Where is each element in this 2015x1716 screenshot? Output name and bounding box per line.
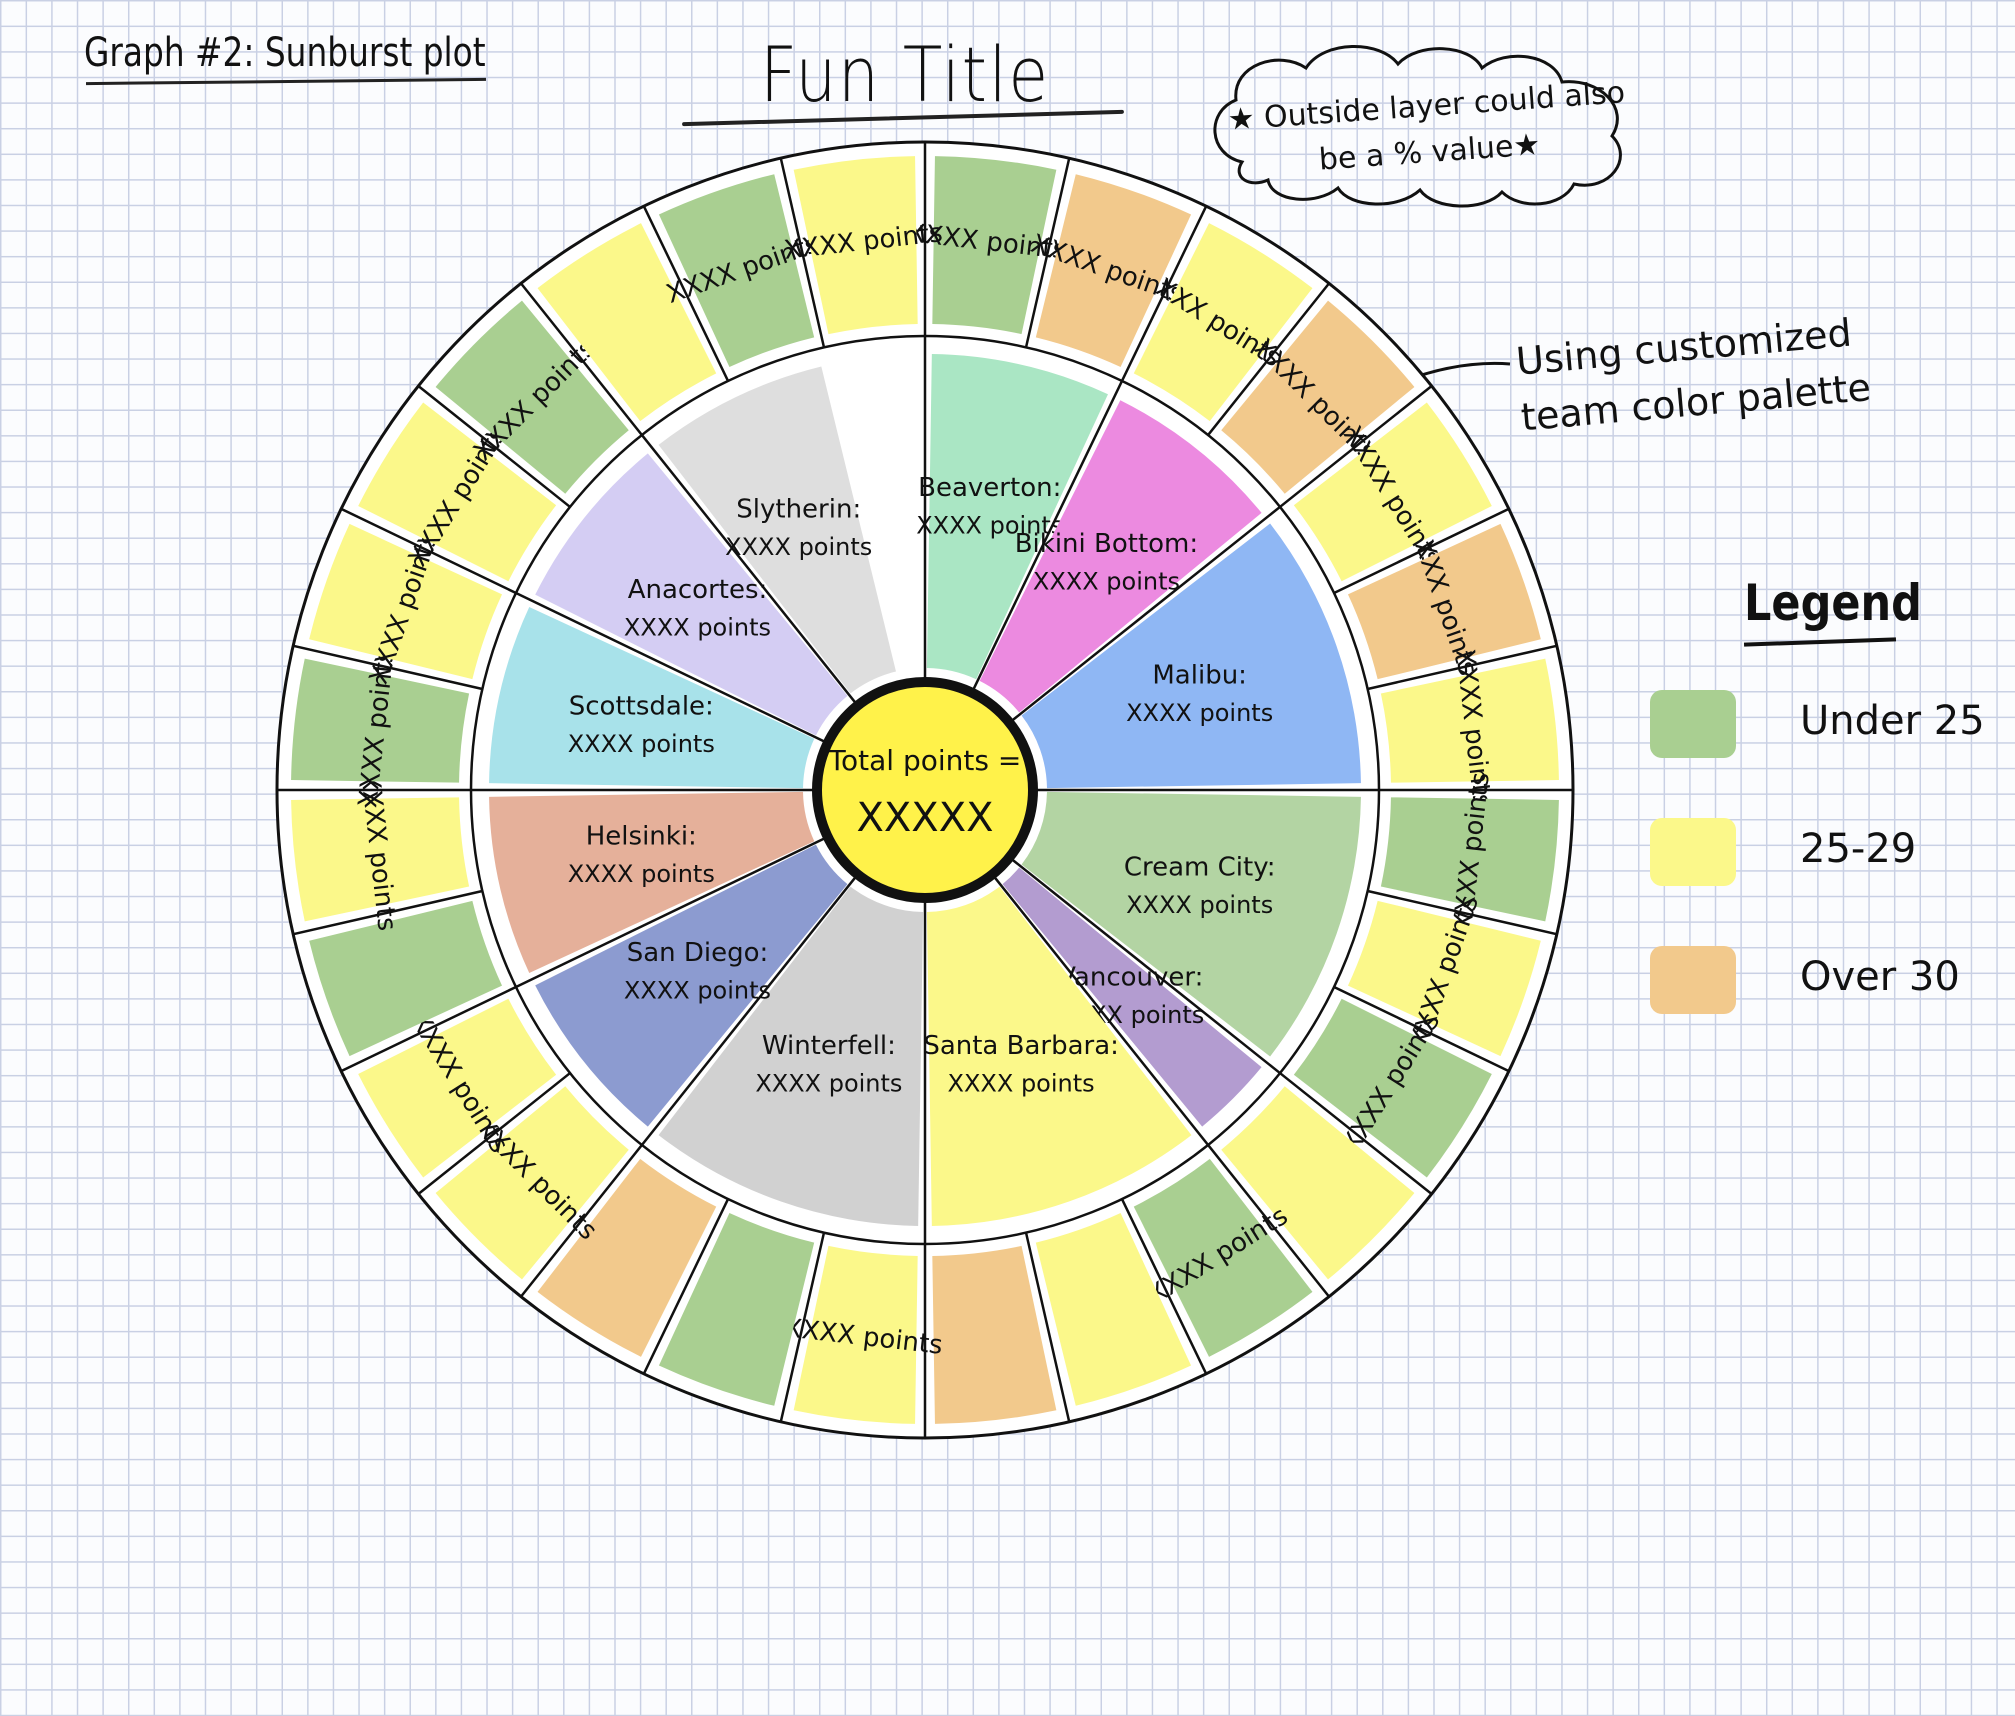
- inner-sector-points: XXXX points: [948, 1070, 1095, 1098]
- center-label: Total points =: [828, 744, 1022, 777]
- page-note: Graph #2: Sunburst plot: [84, 30, 486, 76]
- legend-swatch: [1650, 946, 1736, 1014]
- inner-sector-points: XXXX points: [1033, 567, 1180, 595]
- inner-sector-name: Anacortes:: [628, 575, 768, 605]
- inner-sector-points: XXXX points: [568, 730, 715, 758]
- inner-sector-name: Beaverton:: [918, 473, 1061, 503]
- inner-sector-name: Vancouver:: [1058, 962, 1203, 992]
- legend-title: Legend: [1744, 574, 1922, 632]
- legend-label: 25-29: [1800, 826, 1917, 872]
- inner-sector-points: XXXX points: [1126, 891, 1273, 919]
- inner-sector-points: XXXX points: [725, 533, 872, 561]
- inner-sector-points: XXXX points: [624, 614, 771, 642]
- center-value: XXXXX: [856, 795, 993, 841]
- inner-sector-points: XXXX points: [755, 1070, 902, 1098]
- note-underline: [85, 77, 487, 86]
- inner-sector-points: XXXX points: [568, 860, 715, 888]
- legend-swatch: [1650, 690, 1736, 758]
- center-circle: [812, 677, 1038, 903]
- inner-sector-name: Santa Barbara:: [923, 1031, 1119, 1061]
- inner-sector-name: Malibu:: [1152, 660, 1247, 690]
- inner-sector-points: XXXX points: [1126, 699, 1273, 727]
- inner-sector-name: Cream City:: [1124, 853, 1276, 883]
- legend-label: Under 25: [1800, 698, 1985, 744]
- legend-underline: [1743, 637, 1897, 647]
- inner-sector-name: San Diego:: [627, 938, 769, 968]
- inner-sector-name: Bikini Bottom:: [1015, 529, 1198, 559]
- legend-swatch: [1650, 818, 1736, 886]
- inner-sector-name: Scottsdale:: [569, 692, 714, 722]
- inner-sector-name: Helsinki:: [586, 821, 697, 851]
- sunburst-chart: XXXX pointsXXXX pointsXXX pointsXXXX poi…: [275, 140, 1575, 1440]
- inner-sector-name: Winterfell:: [762, 1031, 896, 1061]
- inner-sector-name: Slytherin:: [736, 494, 861, 524]
- legend-label: Over 30: [1800, 954, 1960, 1000]
- chart-title: Fun Title: [760, 30, 1050, 119]
- inner-sector-points: XXXX points: [624, 976, 771, 1004]
